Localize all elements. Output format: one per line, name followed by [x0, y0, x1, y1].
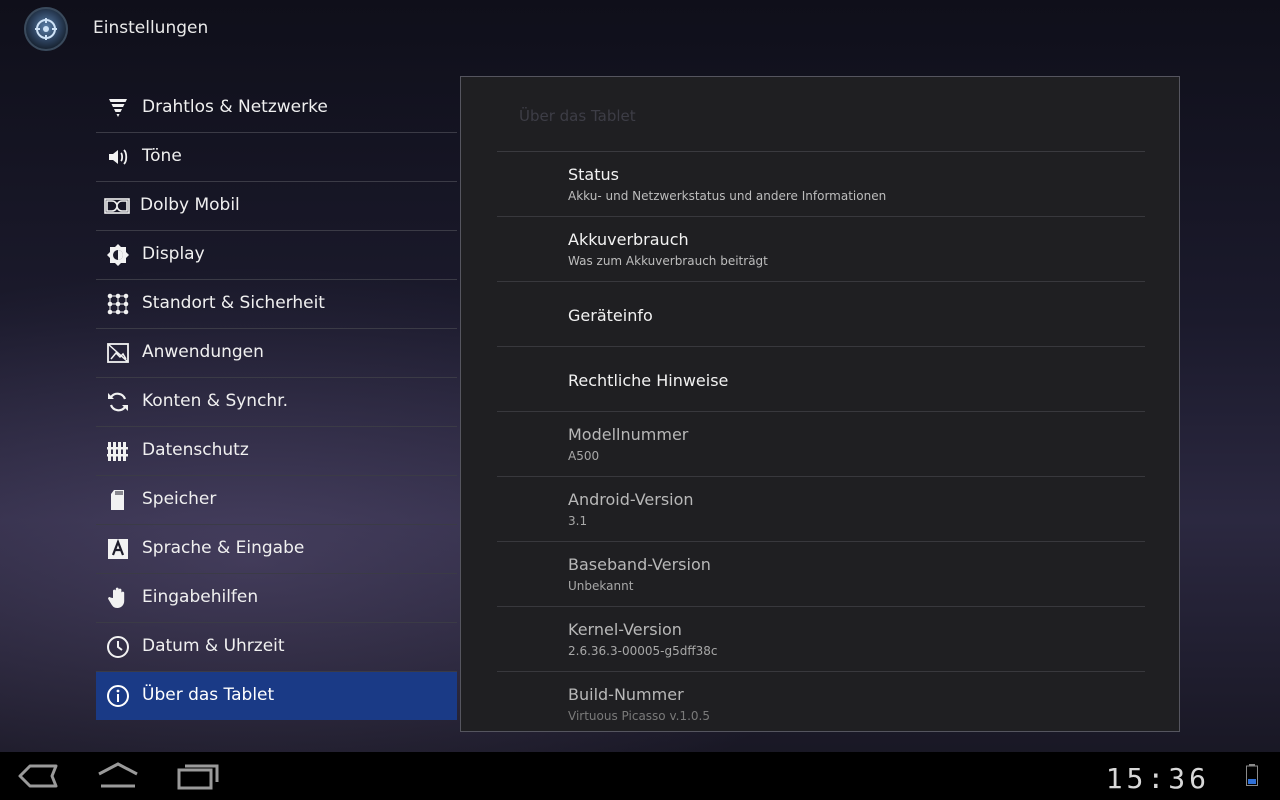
- sync-icon: [108, 392, 128, 412]
- sidebar-item-language-input[interactable]: Sprache & Eingabe: [96, 525, 457, 574]
- sidebar-item-label: Eingabehilfen: [142, 587, 259, 607]
- settings-app-icon[interactable]: [24, 7, 68, 51]
- pref-summary: 2.6.36.3-00005-g5dff38c: [568, 644, 718, 658]
- sidebar-item-applications[interactable]: Anwendungen: [96, 329, 457, 378]
- pref-android-version[interactable]: Android-Version 3.1: [497, 477, 1145, 542]
- pref-baseband-version: Baseband-Version Unbekannt: [497, 542, 1145, 607]
- sidebar-item-dolby[interactable]: Dolby Mobil: [96, 182, 457, 231]
- privacy-icon: [107, 442, 128, 461]
- sidebar-item-label: Datenschutz: [142, 440, 249, 460]
- sidebar-item-label: Sprache & Eingabe: [142, 538, 305, 558]
- pref-title: Kernel-Version: [568, 620, 682, 639]
- clock-icon: [107, 636, 129, 658]
- sidebar-item-location-security[interactable]: Standort & Sicherheit: [96, 280, 457, 329]
- wifi-icon: [109, 99, 127, 117]
- pref-title: Status: [568, 165, 619, 184]
- pref-title: Akkuverbrauch: [568, 230, 689, 249]
- language-icon: [108, 538, 128, 559]
- sidebar-item-sound[interactable]: Töne: [96, 133, 457, 182]
- sidebar-item-accounts-sync[interactable]: Konten & Synchr.: [96, 378, 457, 427]
- sidebar-item-date-time[interactable]: Datum & Uhrzeit: [96, 623, 457, 672]
- pref-title: Android-Version: [568, 490, 694, 509]
- sidebar-item-label: Dolby Mobil: [140, 195, 240, 215]
- status-clock[interactable]: 15:36: [1106, 762, 1210, 795]
- applications-icon: [107, 343, 129, 363]
- sidebar-item-label: Standort & Sicherheit: [142, 293, 325, 313]
- sidebar-item-accessibility[interactable]: Eingabehilfen: [96, 574, 457, 623]
- sidebar-item-label: Speicher: [142, 489, 217, 509]
- pref-title: Geräteinfo: [568, 306, 653, 325]
- location-security-icon: [107, 293, 129, 315]
- sidebar-item-label: Töne: [142, 146, 182, 166]
- pref-summary: Unbekannt: [568, 579, 634, 593]
- pref-legal-notices[interactable]: Rechtliche Hinweise: [497, 347, 1145, 412]
- pref-build-number[interactable]: Build-Nummer Virtuous Picasso v.1.0.5: [497, 672, 1145, 731]
- sidebar-item-label: Über das Tablet: [142, 685, 275, 705]
- about-tablet-panel: Über das Tablet Status Akku- und Netzwer…: [460, 76, 1180, 732]
- speaker-icon: [109, 149, 128, 165]
- pref-title: Modellnummer: [568, 425, 689, 444]
- sidebar-item-storage[interactable]: Speicher: [96, 476, 457, 525]
- home-icon[interactable]: [95, 760, 141, 792]
- sidebar-item-label: Datum & Uhrzeit: [142, 636, 285, 656]
- preference-list: Status Akku- und Netzwerkstatus und ande…: [497, 152, 1145, 731]
- pref-battery-use[interactable]: Akkuverbrauch Was zum Akkuverbrauch beit…: [497, 217, 1145, 282]
- settings-sidebar: Drahtlos & Netzwerke Töne Dolby Mobil Di…: [96, 84, 457, 720]
- sd-card-icon: [111, 490, 124, 510]
- system-navigation-bar: 15:36: [0, 752, 1280, 800]
- sidebar-item-privacy[interactable]: Datenschutz: [96, 427, 457, 476]
- sidebar-item-display[interactable]: Display: [96, 231, 457, 280]
- pref-kernel-version: Kernel-Version 2.6.36.3-00005-g5dff38c: [497, 607, 1145, 672]
- pref-title: Build-Nummer: [568, 685, 684, 704]
- pref-summary: 3.1: [568, 514, 588, 528]
- recent-apps-icon[interactable]: [175, 760, 221, 792]
- pref-summary: Akku- und Netzwerkstatus und andere Info…: [568, 189, 887, 203]
- pref-model-number: Modellnummer A500: [497, 412, 1145, 477]
- back-icon[interactable]: [14, 760, 60, 792]
- pref-device-info[interactable]: Geräteinfo: [497, 282, 1145, 347]
- sidebar-item-label: Drahtlos & Netzwerke: [142, 97, 328, 117]
- info-icon: [107, 685, 129, 707]
- sidebar-item-wireless[interactable]: Drahtlos & Netzwerke: [96, 84, 457, 133]
- pref-summary: Virtuous Picasso v.1.0.5: [568, 709, 710, 723]
- hand-icon: [108, 587, 125, 608]
- brightness-icon: [107, 244, 129, 266]
- sidebar-item-label: Anwendungen: [142, 342, 264, 362]
- battery-icon[interactable]: [1246, 764, 1258, 786]
- sidebar-item-label: Konten & Synchr.: [142, 391, 289, 411]
- pref-title: Baseband-Version: [568, 555, 711, 574]
- pref-summary: A500: [568, 449, 600, 463]
- dolby-icon: [104, 198, 130, 214]
- panel-title: Über das Tablet: [519, 107, 636, 125]
- sidebar-item-about-tablet[interactable]: Über das Tablet: [96, 672, 457, 720]
- pref-summary: Was zum Akkuverbrauch beiträgt: [568, 254, 768, 268]
- pref-title: Rechtliche Hinweise: [568, 371, 729, 390]
- title-bar: Einstellungen: [0, 0, 1280, 60]
- pref-status[interactable]: Status Akku- und Netzwerkstatus und ande…: [497, 152, 1145, 217]
- sidebar-item-label: Display: [142, 244, 205, 264]
- app-title: Einstellungen: [93, 18, 209, 38]
